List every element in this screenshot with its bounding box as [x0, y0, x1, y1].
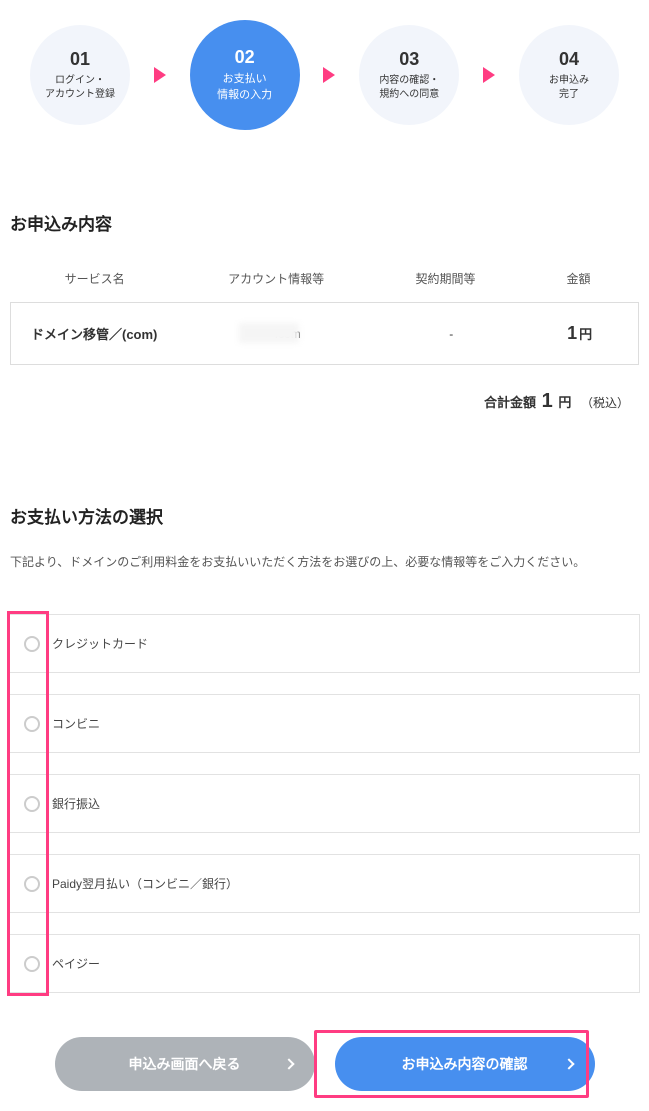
chevron-right-icon	[283, 1058, 294, 1069]
payment-title: お支払い方法の選択	[10, 503, 639, 528]
radio-icon[interactable]	[24, 716, 40, 732]
radio-icon[interactable]	[24, 796, 40, 812]
cell-period: -	[381, 327, 521, 341]
step-label: お支払い 情報の入力	[217, 72, 272, 103]
arrow-right-icon	[323, 67, 335, 83]
payment-description: 下記より、ドメインのご利用料金をお支払いいただく方法をお選びの上、必要な情報等を…	[10, 553, 639, 570]
total-row: 合計金額 1 円 （税込）	[10, 390, 629, 413]
total-currency: 円	[558, 395, 571, 410]
step-label: ログイン・ アカウント登録	[45, 74, 115, 102]
total-tax: （税込）	[581, 396, 629, 410]
option-label: コンビニ	[52, 715, 100, 732]
radio-icon[interactable]	[24, 636, 40, 652]
arrow-right-icon	[483, 67, 495, 83]
arrow-right-icon	[154, 67, 166, 83]
step-number: 01	[70, 49, 90, 70]
payment-option-credit-card[interactable]: クレジットカード	[9, 614, 640, 673]
payment-options: クレジットカード コンビニ 銀行振込 Paidy翌月払い（コンビニ／銀行） ペイ…	[10, 614, 639, 993]
header-service: サービス名	[10, 270, 179, 287]
cell-account: .com	[194, 327, 381, 341]
confirm-button-label: お申込み内容の確認	[402, 1054, 528, 1074]
order-title: お申込み内容	[10, 210, 639, 235]
amount-currency: 円	[579, 327, 592, 342]
option-label: 銀行振込	[52, 795, 100, 812]
step-number: 03	[399, 49, 419, 70]
step-4: 04 お申込み 完了	[519, 25, 619, 125]
amount-value: 1	[567, 323, 577, 343]
step-label: 内容の確認・ 規約への同意	[379, 74, 439, 102]
confirm-button[interactable]: お申込み内容の確認	[335, 1037, 595, 1091]
payment-option-paidy[interactable]: Paidy翌月払い（コンビニ／銀行）	[9, 854, 640, 913]
back-button-label: 申込み画面へ戻る	[129, 1054, 241, 1074]
step-2-active: 02 お支払い 情報の入力	[190, 20, 300, 130]
radio-icon[interactable]	[24, 956, 40, 972]
order-table-row: ドメイン移管／(com) .com - 1円	[10, 302, 639, 365]
payment-option-convenience-store[interactable]: コンビニ	[9, 694, 640, 753]
redacted-text	[239, 323, 299, 343]
header-account: アカウント情報等	[179, 270, 373, 287]
payment-option-payeasy[interactable]: ペイジー	[9, 934, 640, 993]
progress-stepper: 01 ログイン・ アカウント登録 02 お支払い 情報の入力 03 内容の確認・…	[10, 20, 639, 130]
option-label: Paidy翌月払い（コンビニ／銀行）	[52, 875, 238, 892]
back-button[interactable]: 申込み画面へ戻る	[55, 1037, 315, 1091]
step-3: 03 内容の確認・ 規約への同意	[359, 25, 459, 125]
option-label: ペイジー	[52, 955, 100, 972]
step-1: 01 ログイン・ アカウント登録	[30, 25, 130, 125]
action-buttons: 申込み画面へ戻る お申込み内容の確認	[10, 1037, 639, 1091]
cell-amount: 1円	[521, 323, 638, 344]
step-number: 02	[235, 47, 255, 68]
header-period: 契約期間等	[373, 270, 518, 287]
header-amount: 金額	[518, 270, 639, 287]
payment-option-bank-transfer[interactable]: 銀行振込	[9, 774, 640, 833]
step-number: 04	[559, 49, 579, 70]
total-value: 1	[542, 390, 553, 412]
step-label: お申込み 完了	[549, 74, 589, 102]
radio-icon[interactable]	[24, 876, 40, 892]
cell-service: ドメイン移管／(com)	[11, 324, 194, 343]
total-label: 合計金額	[484, 395, 536, 410]
chevron-right-icon	[563, 1058, 574, 1069]
option-label: クレジットカード	[52, 635, 148, 652]
order-table-header: サービス名 アカウント情報等 契約期間等 金額	[10, 260, 639, 302]
